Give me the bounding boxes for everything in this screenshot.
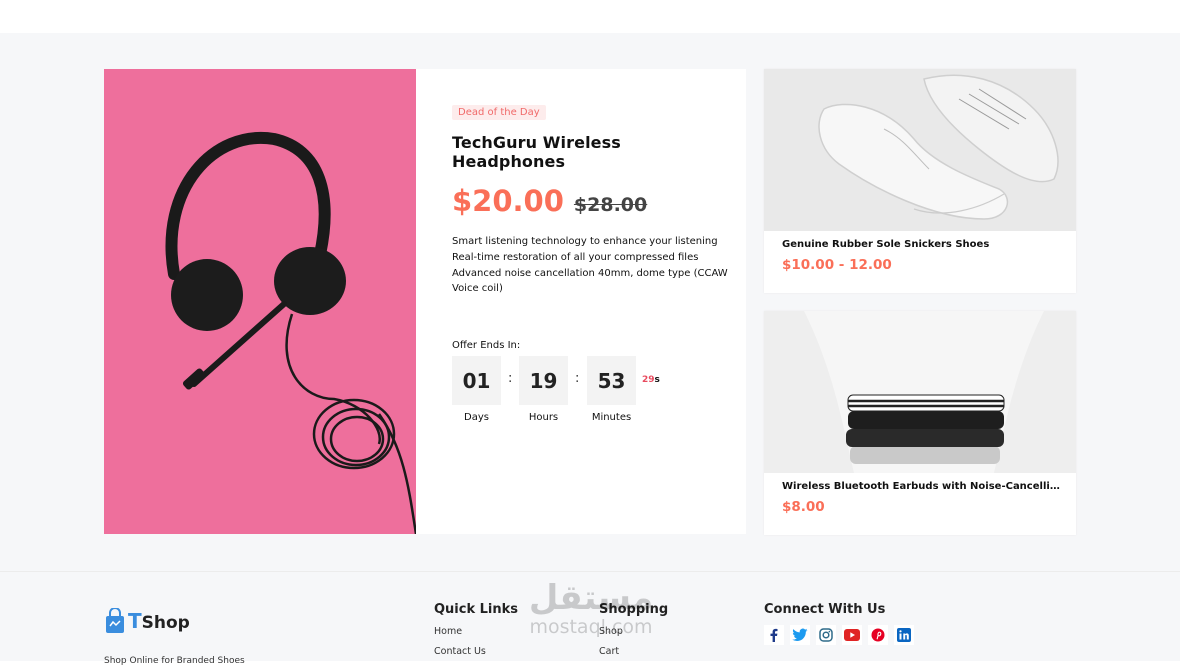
deal-info: Dead of the Day TechGuru Wireless Headph… bbox=[452, 100, 732, 426]
countdown-days: 01 bbox=[452, 356, 501, 406]
countdown-minutes-label: Minutes bbox=[591, 412, 632, 424]
facebook-icon[interactable] bbox=[764, 625, 784, 645]
linkedin-icon[interactable] bbox=[894, 625, 914, 645]
offer-ends-label: Offer Ends In: bbox=[452, 340, 521, 352]
footer-link-contact-us[interactable]: Contact Us bbox=[434, 646, 518, 657]
headphones-image[interactable] bbox=[104, 69, 416, 534]
instagram-icon[interactable] bbox=[816, 625, 836, 645]
countdown-seconds-unit: s bbox=[654, 375, 660, 386]
deal-description-line: Smart listening technology to enhance yo… bbox=[452, 236, 718, 247]
deal-price-current: $20.00 bbox=[452, 184, 564, 218]
connect-with-us: Connect With Us bbox=[764, 602, 914, 645]
social-links bbox=[764, 625, 914, 645]
product-name[interactable]: Genuine Rubber Sole Snickers Shoes bbox=[782, 239, 1062, 250]
countdown-seconds: 29s bbox=[642, 375, 660, 385]
countdown-separator: : bbox=[575, 371, 580, 387]
countdown-hours: 19 bbox=[519, 356, 568, 406]
logo-text: TShop bbox=[128, 609, 190, 633]
watermark-latin: mostaql.com bbox=[529, 616, 653, 638]
deal-description-line: Voice coil) bbox=[452, 283, 503, 295]
product-price: $8.00 bbox=[782, 499, 825, 515]
footer-tagline: Shop Online for Branded Shoes bbox=[104, 656, 245, 666]
pinterest-icon[interactable] bbox=[868, 625, 888, 645]
footer: TShop Shop Online for Branded Shoes Quic… bbox=[0, 571, 1180, 666]
footer-link-home[interactable]: Home bbox=[434, 626, 518, 637]
deal-price-original: $28.00 bbox=[573, 194, 648, 216]
deal-description-line: Real-time restoration of all your compre… bbox=[452, 251, 699, 263]
deal-price-row: $20.00 $28.00 bbox=[452, 184, 732, 220]
quick-links: Quick Links Home Contact Us bbox=[434, 602, 518, 657]
logo-letter-t: T bbox=[128, 609, 142, 633]
countdown-seconds-value: 29 bbox=[642, 375, 655, 386]
logo-word-shop: Shop bbox=[141, 613, 190, 633]
watermark-arabic: مستقل bbox=[528, 578, 654, 618]
product-name[interactable]: Wireless Bluetooth Earbuds with Noise-Ca… bbox=[782, 481, 1062, 492]
product-price: $10.00 - 12.00 bbox=[782, 257, 892, 273]
sneakers-image[interactable] bbox=[764, 69, 1076, 231]
deal-badge: Dead of the Day bbox=[452, 105, 546, 120]
deal-of-the-day-card[interactable]: Dead of the Day TechGuru Wireless Headph… bbox=[104, 69, 746, 534]
connect-title: Connect With Us bbox=[764, 602, 886, 617]
watermark: مستقل mostaql.com bbox=[516, 580, 666, 650]
quick-links-title: Quick Links bbox=[434, 602, 519, 617]
deal-description: Smart listening technology to enhance yo… bbox=[452, 234, 732, 297]
countdown-separator: : bbox=[508, 371, 513, 387]
folded-clothes-image[interactable] bbox=[764, 311, 1076, 473]
countdown-timer: 01 : 19 : 53 29s Days Hours Minutes bbox=[452, 356, 732, 426]
countdown-minutes: 53 bbox=[587, 356, 636, 406]
product-card[interactable]: Wireless Bluetooth Earbuds with Noise-Ca… bbox=[764, 311, 1076, 535]
countdown-days-label: Days bbox=[464, 412, 489, 424]
youtube-icon[interactable] bbox=[842, 625, 862, 645]
countdown-hours-label: Hours bbox=[528, 412, 559, 424]
shopping-bag-icon bbox=[106, 608, 124, 633]
deal-title[interactable]: TechGuru Wireless Headphones bbox=[452, 133, 732, 171]
twitter-icon[interactable] bbox=[790, 625, 810, 645]
product-card[interactable]: Genuine Rubber Sole Snickers Shoes $10.0… bbox=[764, 69, 1076, 293]
top-bar bbox=[0, 0, 1180, 33]
deal-description-line: Advanced noise cancellation 40mm, dome t… bbox=[452, 267, 728, 279]
footer-logo[interactable]: TShop bbox=[104, 608, 190, 634]
